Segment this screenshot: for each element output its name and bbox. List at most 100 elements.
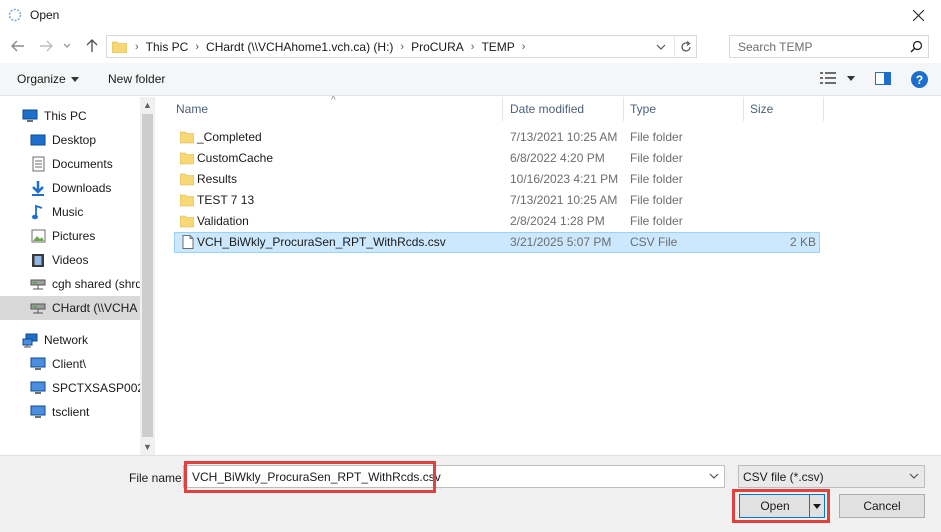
search-input[interactable] xyxy=(738,36,908,57)
search-box[interactable] xyxy=(729,35,929,58)
nav-downloads[interactable]: Downloads xyxy=(0,176,140,200)
address-history-icon[interactable] xyxy=(654,40,668,54)
nav-label: cgh shared (shrd xyxy=(52,277,140,291)
nav-tsclient[interactable]: tsclient xyxy=(0,400,140,424)
address-chevron[interactable]: › xyxy=(135,41,146,53)
close-icon xyxy=(912,9,924,21)
folder-icon xyxy=(180,215,194,228)
new-folder-button[interactable]: New folder xyxy=(108,72,165,86)
nav-label: Client\ xyxy=(52,357,87,371)
nav-network[interactable]: Network xyxy=(0,328,140,352)
breadcrumb-this-pc[interactable]: This PC › xyxy=(146,40,206,54)
file-type-filter[interactable]: CSV file (*.csv) xyxy=(738,465,925,488)
file-type-filter-value: CSV file (*.csv) xyxy=(743,470,824,484)
column-header-type[interactable]: Type xyxy=(624,97,744,121)
details-view-icon xyxy=(820,72,836,84)
nav-chardt-drive[interactable]: CHardt (\\VCHA xyxy=(0,296,140,320)
organize-button[interactable]: Organize xyxy=(17,72,79,86)
file-type: File folder xyxy=(630,151,683,165)
nav-label: Videos xyxy=(52,253,89,267)
nav-label: This PC xyxy=(44,109,87,123)
nav-spctxsasp002[interactable]: SPCTXSASP002 xyxy=(0,376,140,400)
forward-button[interactable] xyxy=(36,36,56,56)
scroll-up-icon[interactable]: ▲ xyxy=(140,97,155,113)
nav-cgh-shared[interactable]: cgh shared (shrd xyxy=(0,272,140,296)
caret-down-icon xyxy=(813,503,821,509)
file-name-combobox[interactable] xyxy=(183,465,725,488)
scroll-down-icon[interactable]: ▼ xyxy=(140,439,155,455)
folder-icon xyxy=(180,152,194,165)
title-bar: Open xyxy=(0,0,941,30)
nav-scrollbar[interactable]: ▲ ▼ xyxy=(140,97,155,455)
nav-desktop[interactable]: Desktop xyxy=(0,128,140,152)
file-row[interactable]: Results 10/16/2023 4:21 PM File folder xyxy=(174,169,820,190)
chevron-down-icon[interactable] xyxy=(708,470,720,482)
file-date: 7/13/2021 10:25 AM xyxy=(510,193,618,207)
chevron-down-icon xyxy=(63,43,71,48)
file-name: Results xyxy=(197,172,238,186)
nav-music[interactable]: Music xyxy=(0,200,140,224)
open-button[interactable]: Open xyxy=(739,494,825,518)
file-name: CustomCache xyxy=(197,151,274,165)
nav-label: SPCTXSASP002 xyxy=(52,381,140,395)
file-row[interactable]: TEST 7 13 7/13/2021 10:25 AM File folder xyxy=(174,190,820,211)
breadcrumb-procura[interactable]: ProCURA › xyxy=(411,40,481,54)
open-options-button[interactable] xyxy=(809,495,824,517)
file-name: _Completed xyxy=(197,130,262,144)
navigation-pane: This PC Desktop Documents Downloads Musi… xyxy=(0,97,155,455)
scrollbar-thumb[interactable] xyxy=(142,114,153,437)
pc-icon xyxy=(22,108,38,124)
nav-client[interactable]: Client\ xyxy=(0,352,140,376)
nav-label: CHardt (\\VCHA xyxy=(52,301,138,315)
computer-icon xyxy=(30,380,46,396)
nav-label: Network xyxy=(44,333,89,347)
nav-documents[interactable]: Documents xyxy=(0,152,140,176)
file-type: File folder xyxy=(630,172,683,186)
nav-this-pc[interactable]: This PC xyxy=(0,104,140,128)
open-button-label: Open xyxy=(760,499,790,513)
arrow-right-icon xyxy=(40,40,53,52)
file-row[interactable]: CustomCache 6/8/2022 4:20 PM File folder xyxy=(174,148,820,169)
network-drive-icon xyxy=(30,276,46,292)
breadcrumb-temp[interactable]: TEMP › xyxy=(481,40,532,54)
back-button[interactable] xyxy=(8,36,28,56)
file-name: VCH_BiWkly_ProcuraSen_RPT_WithRcds.csv xyxy=(197,235,446,249)
column-header-date[interactable]: Date modified xyxy=(504,97,624,121)
folder-icon xyxy=(180,194,194,207)
music-icon xyxy=(30,204,46,220)
caret-down-icon xyxy=(847,75,855,81)
nav-pictures[interactable]: Pictures xyxy=(0,224,140,248)
breadcrumb-h-drive[interactable]: CHardt (\\VCHAhome1.vch.ca) (H:) › xyxy=(206,40,411,54)
address-bar[interactable]: › This PC › CHardt (\\VCHAhome1.vch.ca) (… xyxy=(106,35,697,58)
help-button[interactable]: ? xyxy=(911,71,928,88)
nav-label: Desktop xyxy=(52,133,97,147)
command-bar: Organize New folder ? xyxy=(0,63,941,96)
cancel-button[interactable]: Cancel xyxy=(839,494,925,518)
file-name-input[interactable] xyxy=(192,468,692,486)
close-button[interactable] xyxy=(895,0,941,30)
folder-icon xyxy=(112,41,127,53)
nav-label: Pictures xyxy=(52,229,96,243)
file-row-selected[interactable]: VCH_BiWkly_ProcuraSen_RPT_WithRcds.csv 3… xyxy=(174,232,820,253)
nav-videos[interactable]: Videos xyxy=(0,248,140,272)
refresh-button[interactable] xyxy=(674,36,696,57)
folder-icon xyxy=(180,173,194,186)
search-icon xyxy=(910,40,923,53)
nav-label: Music xyxy=(52,205,84,219)
file-row[interactable]: Validation 2/8/2024 1:28 PM File folder xyxy=(174,211,820,232)
column-header-name[interactable]: Name xyxy=(166,97,503,121)
file-row[interactable]: _Completed 7/13/2021 10:25 AM File folde… xyxy=(174,127,820,148)
column-header-size[interactable]: Size xyxy=(744,97,824,121)
up-button[interactable] xyxy=(82,36,102,56)
file-date: 3/21/2025 5:07 PM xyxy=(510,235,612,249)
window-title: Open xyxy=(30,8,60,22)
network-drive-icon xyxy=(30,300,46,316)
preview-pane-button[interactable] xyxy=(875,72,891,88)
change-view-button[interactable] xyxy=(820,72,855,84)
open-dialog-icon xyxy=(8,8,22,22)
network-icon xyxy=(22,332,38,348)
downloads-icon xyxy=(30,180,46,196)
recent-locations-button[interactable] xyxy=(60,36,74,56)
folder-icon xyxy=(180,131,194,144)
chevron-down-icon xyxy=(909,473,919,479)
